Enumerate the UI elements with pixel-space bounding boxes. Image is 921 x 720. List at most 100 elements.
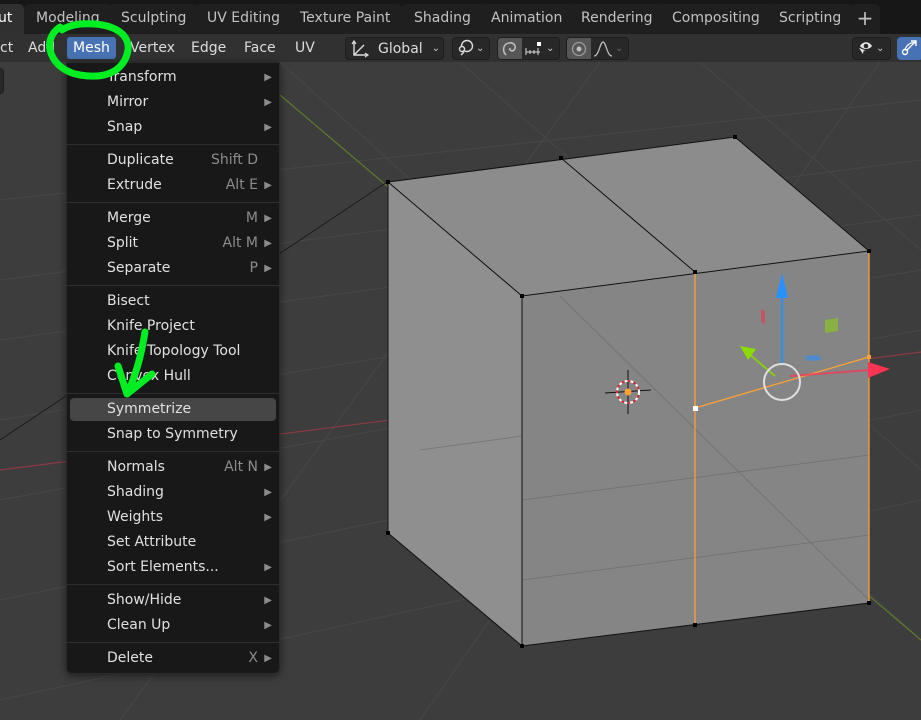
pivot-point-icon [456, 38, 476, 60]
tab-sculpting[interactable]: Sculpting [109, 4, 199, 34]
chevron-down-icon: ⌄ [615, 43, 624, 54]
menu-item-label: Bisect [107, 293, 150, 309]
menu-uv[interactable]: UV [289, 37, 321, 59]
chevron-down-icon: ⌄ [546, 43, 555, 54]
menu-item-label: Shading [107, 484, 164, 500]
menu-item-label: Merge [107, 210, 151, 226]
workspace-tab-bar: ut Modeling Sculpting UV Editing Texture… [0, 0, 921, 34]
transform-orientation-dropdown[interactable]: Global ⌄ [345, 37, 444, 60]
menu-item-show-hide[interactable]: Show/Hide ▶ [70, 589, 276, 612]
menu-separator [67, 285, 279, 286]
toolbar-edge[interactable] [0, 68, 4, 94]
menu-item-label: Mirror [107, 94, 149, 110]
submenu-arrow-icon: ▶ [264, 620, 272, 631]
menu-item-label: Extrude [107, 177, 162, 193]
magnet-snap-icon[interactable] [498, 38, 522, 59]
menu-item-label: Delete [107, 650, 153, 666]
menu-item-label: Transform [107, 69, 177, 85]
tab-rendering[interactable]: Rendering [569, 4, 665, 34]
menu-add[interactable]: Add [22, 37, 61, 59]
menu-item-duplicate[interactable]: Duplicate Shift D [70, 149, 276, 172]
menu-item-split[interactable]: Split Alt M ▶ [70, 232, 276, 255]
menu-item-shortcut: Alt M [222, 235, 259, 251]
menu-item-label: Sort Elements... [107, 559, 219, 575]
transform-orientation-icon [350, 39, 370, 58]
menu-item-shortcut: Shift D [210, 152, 258, 168]
tab-uv-editing[interactable]: UV Editing [195, 4, 293, 34]
menu-item-label: Duplicate [107, 152, 174, 168]
submenu-arrow-icon: ▶ [264, 122, 272, 133]
menu-item-mirror[interactable]: Mirror ▶ [70, 91, 276, 114]
tab-modeling[interactable]: Modeling [24, 4, 112, 34]
mesh-menu: Transform ▶ Mirror ▶ Snap ▶ Duplicate Shift D Ex… [66, 62, 280, 674]
menu-item-knife-project[interactable]: Knife Project [70, 315, 276, 338]
falloff-curve-icon[interactable] [591, 38, 615, 59]
menu-item-convex-hull[interactable]: Convex Hull [70, 365, 276, 388]
menu-item-label: Normals [107, 459, 165, 475]
active-vertex[interactable] [693, 406, 698, 411]
menu-item-shortcut: M [245, 210, 258, 226]
menu-item-label: Symmetrize [107, 401, 192, 417]
menu-item-shading[interactable]: Shading ▶ [70, 481, 276, 504]
menu-item-separate[interactable]: Separate P ▶ [70, 257, 276, 280]
tab-shading[interactable]: Shading [402, 4, 483, 34]
menu-item-clean-up[interactable]: Clean Up ▶ [70, 614, 276, 637]
menu-item-shortcut: Alt E [225, 177, 258, 193]
snapping-controls[interactable]: ⌄ [497, 37, 560, 60]
menu-vertex[interactable]: Vertex [124, 37, 181, 59]
submenu-arrow-icon: ▶ [264, 595, 272, 606]
menu-item-snap[interactable]: Snap ▶ [70, 116, 276, 139]
menu-item-snap-to-symmetry[interactable]: Snap to Symmetry [70, 423, 276, 446]
menu-item-label: Convex Hull [107, 368, 191, 384]
menu-item-sort-elements[interactable]: Sort Elements... ▶ [70, 556, 276, 579]
gizmo-toggle-icon [900, 37, 920, 61]
proportional-edit-icon[interactable] [567, 38, 591, 59]
gizmo-xz-plane-icon[interactable] [825, 318, 838, 333]
selectability-visibility-dropdown[interactable]: ⌄ [852, 37, 891, 60]
menu-separator [67, 642, 279, 643]
menu-item-knife-topology-tool[interactable]: Knife Topology Tool [70, 340, 276, 363]
menu-item-merge[interactable]: Merge M ▶ [70, 207, 276, 230]
menu-item-label: Weights [107, 509, 164, 525]
menu-edge[interactable]: Edge [185, 37, 232, 59]
add-workspace-button[interactable]: + [850, 4, 880, 34]
menu-item-label: Snap [107, 119, 143, 135]
submenu-arrow-icon: ▶ [264, 72, 272, 83]
menu-item-label: Show/Hide [107, 592, 182, 608]
pivot-point-dropdown[interactable]: ⌄ [452, 37, 490, 60]
submenu-arrow-icon: ▶ [264, 512, 272, 523]
menu-item-delete[interactable]: Delete X ▶ [70, 647, 276, 670]
gizmo-toggle-button[interactable] [897, 37, 921, 60]
menu-item-shortcut: Alt N [224, 459, 258, 475]
gizmo-yz-plane-icon[interactable] [761, 309, 765, 324]
proportional-editing-controls[interactable]: ⌄ [566, 37, 629, 60]
tab-layout[interactable]: ut [0, 4, 25, 34]
menu-item-label: Knife Project [107, 318, 195, 334]
submenu-arrow-icon: ▶ [264, 213, 272, 224]
menu-item-transform[interactable]: Transform ▶ [70, 66, 276, 89]
menu-item-weights[interactable]: Weights ▶ [70, 506, 276, 529]
menu-item-symmetrize[interactable]: Symmetrize [70, 398, 276, 421]
tab-scripting[interactable]: Scripting [767, 4, 854, 34]
menu-face[interactable]: Face [238, 37, 282, 59]
gizmo-x-arrow-icon[interactable] [868, 362, 890, 378]
tab-compositing[interactable]: Compositing [660, 4, 772, 34]
menu-item-shortcut: X [248, 650, 258, 666]
menu-item-bisect[interactable]: Bisect [70, 290, 276, 313]
tab-animation[interactable]: Animation [479, 4, 575, 34]
snap-increment-icon[interactable] [522, 38, 546, 59]
menu-item-label: Knife Topology Tool [107, 343, 241, 359]
chevron-down-icon: ⌄ [431, 43, 441, 54]
menu-separator [67, 393, 279, 394]
tab-texture-paint[interactable]: Texture Paint [288, 4, 403, 34]
submenu-arrow-icon: ▶ [264, 462, 272, 473]
selected-vertex[interactable] [867, 355, 871, 359]
menu-separator [67, 144, 279, 145]
menu-item-extrude[interactable]: Extrude Alt E ▶ [70, 174, 276, 197]
menu-select[interactable]: ct [0, 37, 19, 59]
menu-mesh[interactable]: Mesh [67, 37, 116, 59]
menu-item-label: Clean Up [107, 617, 171, 633]
menu-item-set-attribute[interactable]: Set Attribute [70, 531, 276, 554]
transform-orientation-value: Global [378, 40, 423, 57]
menu-item-normals[interactable]: Normals Alt N ▶ [70, 456, 276, 479]
